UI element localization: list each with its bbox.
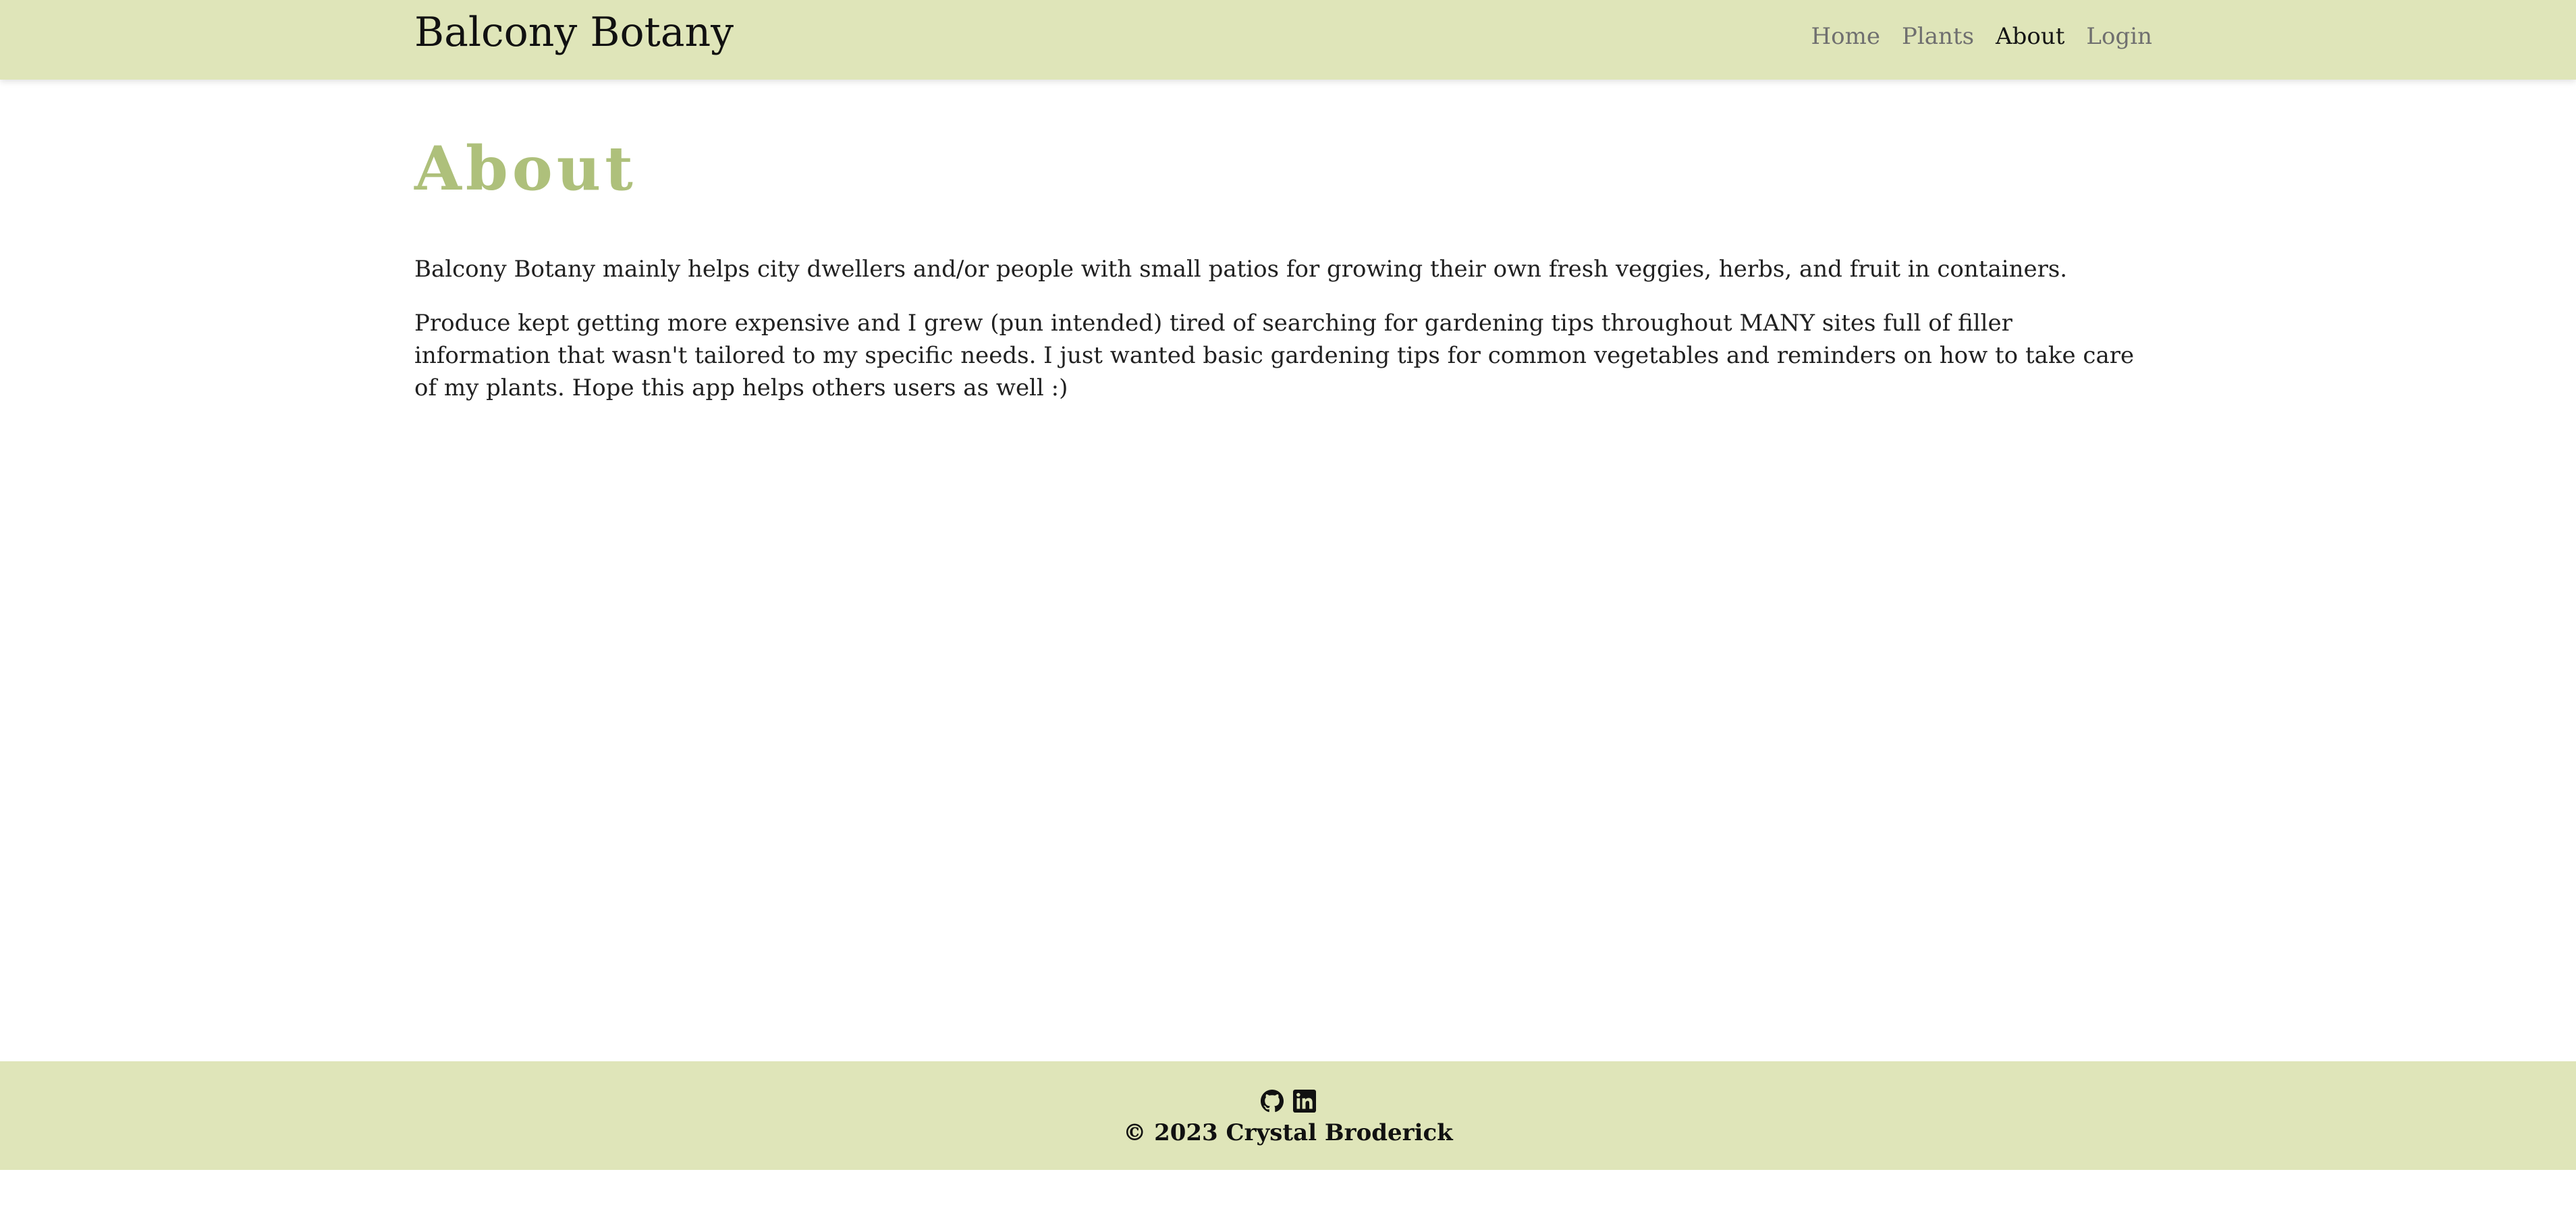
- brand-link[interactable]: Balcony Botany: [414, 5, 734, 59]
- social-links: [0, 1090, 2576, 1113]
- about-paragraph-2: Produce kept getting more expensive and …: [414, 310, 2135, 401]
- about-paragraph-1: Balcony Botany mainly helps city dweller…: [414, 256, 2068, 283]
- copyright-text: © 2023 Crystal Broderick: [1123, 1119, 1453, 1146]
- nav-home[interactable]: Home: [1811, 19, 1880, 54]
- nav-login[interactable]: Login: [2086, 19, 2152, 54]
- main-nav: Home Plants About Login: [1811, 19, 2152, 54]
- about-content: Balcony Botany mainly helps city dweller…: [414, 253, 2152, 426]
- navbar: Balcony Botany Home Plants About Login: [0, 0, 2576, 80]
- github-icon[interactable]: [1260, 1090, 1284, 1113]
- footer: © 2023 Crystal Broderick: [0, 1061, 2576, 1170]
- nav-about[interactable]: About: [1996, 19, 2064, 54]
- linkedin-icon[interactable]: [1292, 1090, 1316, 1113]
- nav-plants[interactable]: Plants: [1902, 19, 1974, 54]
- page-title: About: [414, 133, 637, 204]
